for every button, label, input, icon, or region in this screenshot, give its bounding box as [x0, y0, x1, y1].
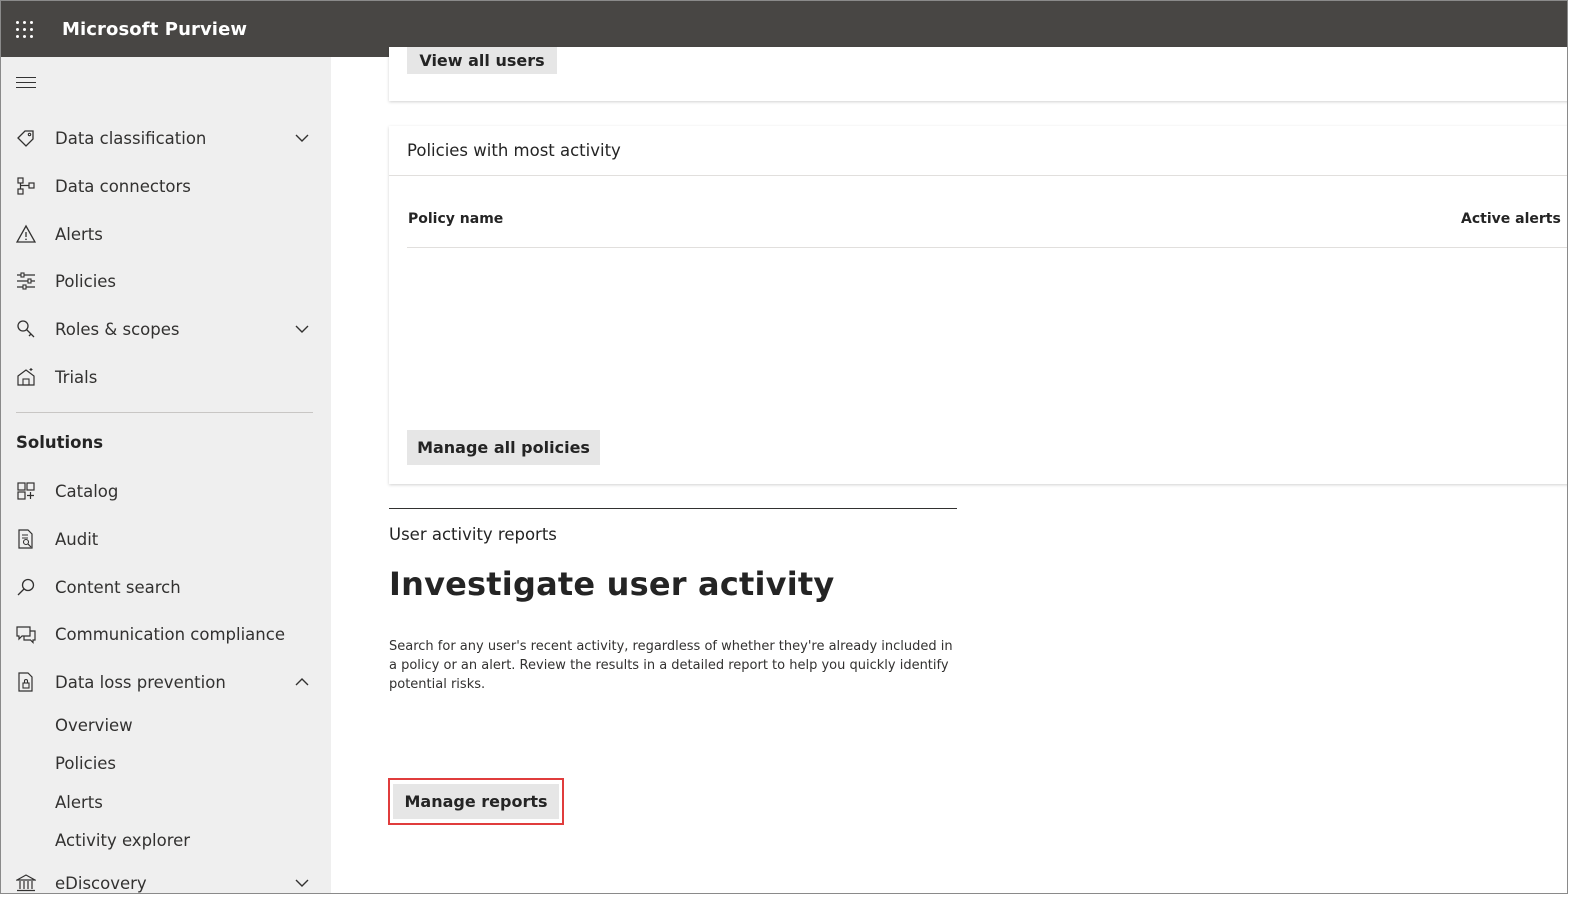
sidebar-item-label: Communication compliance	[55, 624, 285, 644]
user-activity-label: User activity reports	[389, 525, 557, 544]
sidebar-subitem-policies[interactable]: Policies	[1, 746, 331, 780]
policies-card: Policies with most activity Policy name …	[389, 126, 1567, 484]
user-activity-description: Search for any user's recent activity, r…	[389, 639, 953, 692]
sidebar-item-roles-scopes[interactable]: Roles & scopes	[1, 309, 331, 349]
sidebar-item-label: Data connectors	[55, 176, 191, 196]
chevron-down-icon[interactable]	[293, 320, 311, 338]
sidebar-subitem-label: Overview	[55, 715, 133, 735]
users-card: View all users	[389, 47, 1567, 101]
trials-icon	[15, 366, 37, 388]
sidebar-subitem-label: Alerts	[55, 792, 103, 812]
sidebar-item-catalog[interactable]: Catalog	[1, 471, 331, 511]
app-window: Microsoft Purview Data classification Da…	[0, 0, 1568, 894]
manage-reports-button[interactable]: Manage reports	[393, 784, 559, 819]
document-lock-icon	[15, 671, 37, 693]
column-header-policy-name[interactable]: Policy name	[408, 211, 503, 227]
tag-icon	[15, 127, 37, 149]
sliders-icon	[15, 270, 37, 292]
sidebar: Data classification Data connectors Aler…	[1, 57, 331, 893]
sidebar-item-label: Trials	[55, 367, 98, 387]
sidebar-item-trials[interactable]: Trials	[1, 357, 331, 397]
key-search-icon	[15, 318, 37, 340]
view-all-users-button[interactable]: View all users	[407, 47, 557, 74]
sidebar-item-label: Alerts	[55, 224, 103, 244]
sidebar-subitem-alerts[interactable]: Alerts	[1, 785, 331, 819]
sidebar-item-data-classification[interactable]: Data classification	[1, 118, 331, 158]
sidebar-subitem-label: Policies	[55, 753, 117, 773]
sidebar-item-label: Audit	[55, 529, 99, 549]
sidebar-subitem-label: Activity explorer	[55, 830, 191, 850]
app-launcher-icon[interactable]	[1, 1, 47, 57]
sidebar-item-content-search[interactable]: Content search	[1, 567, 331, 607]
section-divider	[389, 508, 957, 509]
sidebar-item-data-loss-prevention[interactable]: Data loss prevention	[1, 662, 331, 702]
policies-card-title: Policies with most activity	[407, 141, 621, 160]
chat-icon	[15, 623, 37, 645]
bank-icon	[15, 872, 37, 893]
column-header-active-alerts[interactable]: Active alerts	[1461, 211, 1561, 227]
sidebar-item-label: Policies	[55, 271, 117, 291]
solutions-heading: Solutions	[16, 433, 104, 452]
sidebar-divider	[16, 412, 313, 413]
sidebar-item-label: Roles & scopes	[55, 319, 180, 339]
user-activity-heading: Investigate user activity	[389, 565, 835, 603]
search-icon	[15, 576, 37, 598]
card-divider	[389, 175, 1567, 176]
sidebar-item-communication-compliance[interactable]: Communication compliance	[1, 614, 331, 654]
sidebar-item-data-connectors[interactable]: Data connectors	[1, 166, 331, 206]
manage-all-policies-button[interactable]: Manage all policies	[407, 430, 600, 465]
warning-icon	[15, 223, 37, 245]
sidebar-item-audit[interactable]: Audit	[1, 519, 331, 559]
sidebar-item-label: Data classification	[55, 128, 207, 148]
app-title: Microsoft Purview	[62, 18, 248, 40]
hamburger-menu-icon[interactable]	[16, 77, 36, 91]
chevron-up-icon[interactable]	[293, 673, 311, 691]
grid-add-icon	[15, 480, 37, 502]
sidebar-item-label: Data loss prevention	[55, 672, 226, 692]
sidebar-item-alerts[interactable]: Alerts	[1, 214, 331, 254]
sidebar-item-label: Catalog	[55, 481, 119, 501]
sidebar-item-label: Content search	[55, 577, 181, 597]
chevron-down-icon[interactable]	[293, 874, 311, 892]
document-search-icon	[15, 528, 37, 550]
manage-reports-highlight: Manage reports	[388, 778, 564, 825]
sidebar-item-ediscovery[interactable]: eDiscovery	[1, 863, 331, 893]
connector-icon	[15, 175, 37, 197]
main-content: View all users Policies with most activi…	[331, 47, 1567, 893]
sidebar-item-policies[interactable]: Policies	[1, 261, 331, 301]
table-header-divider	[407, 247, 1567, 248]
chevron-down-icon[interactable]	[293, 129, 311, 147]
sidebar-item-label: eDiscovery	[55, 873, 147, 893]
sidebar-subitem-activity-explorer[interactable]: Activity explorer	[1, 823, 331, 857]
sidebar-subitem-overview[interactable]: Overview	[1, 708, 331, 742]
